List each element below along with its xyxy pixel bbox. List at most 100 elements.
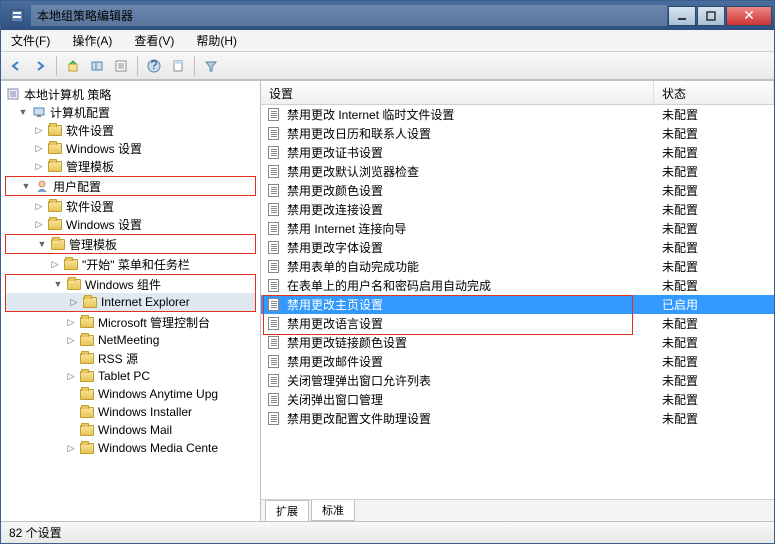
expander-icon[interactable]: ▷ <box>65 334 77 346</box>
expander-icon[interactable]: ▷ <box>33 160 45 172</box>
list-row[interactable]: 禁用更改链接颜色设置未配置 <box>261 333 774 352</box>
window-controls: ✕ <box>667 6 772 26</box>
tree-label: Windows Media Cente <box>98 441 218 455</box>
tree-item[interactable]: ▷ "开始" 菜单和任务栏 <box>3 255 258 273</box>
folder-icon <box>79 351 95 365</box>
expander-icon[interactable]: ▷ <box>65 316 77 328</box>
list-row[interactable]: 禁用更改 Internet 临时文件设置未配置 <box>261 105 774 124</box>
list-row[interactable]: 禁用更改字体设置未配置 <box>261 238 774 257</box>
filter-button[interactable] <box>200 55 222 77</box>
tree-computer-config[interactable]: ▼ 计算机配置 <box>3 103 258 121</box>
menubar: 文件(F) 操作(A) 查看(V) 帮助(H) <box>1 30 774 52</box>
list-row[interactable]: 禁用更改配置文件助理设置未配置 <box>261 409 774 428</box>
list-row[interactable]: 禁用更改默认浏览器检查未配置 <box>261 162 774 181</box>
list-row[interactable]: 禁用更改颜色设置未配置 <box>261 181 774 200</box>
expander-icon[interactable]: ▷ <box>49 258 61 270</box>
tree-item[interactable]: ▷Microsoft 管理控制台 <box>3 313 258 331</box>
tree-item[interactable]: ▷Windows 设置 <box>3 139 258 157</box>
expander-icon[interactable]: ▷ <box>33 218 45 230</box>
menu-view[interactable]: 查看(V) <box>130 30 178 51</box>
expander-icon[interactable]: ▼ <box>36 238 48 250</box>
tree-label: Windows 组件 <box>85 276 161 293</box>
list-body[interactable]: 禁用更改 Internet 临时文件设置未配置禁用更改日历和联系人设置未配置禁用… <box>261 105 774 499</box>
row-text: 在表单上的用户名和密码启用自动完成 <box>285 277 654 294</box>
tree-item[interactable]: Windows Mail <box>3 421 258 439</box>
menu-file[interactable]: 文件(F) <box>7 30 54 51</box>
list-row[interactable]: 禁用更改日历和联系人设置未配置 <box>261 124 774 143</box>
list-row[interactable]: 禁用更改主页设置已启用 <box>261 295 774 314</box>
properties-button[interactable] <box>167 55 189 77</box>
expander-icon[interactable]: ▼ <box>20 180 32 192</box>
tree-root[interactable]: 本地计算机 策略 <box>3 85 258 103</box>
tab-standard[interactable]: 标准 <box>311 500 355 521</box>
tree-item[interactable]: ▷软件设置 <box>3 121 258 139</box>
highlight-box-windows-components: ▼ Windows 组件 ▷ Internet Explorer <box>5 274 256 312</box>
list-row[interactable]: 禁用表单的自动完成功能未配置 <box>261 257 774 276</box>
maximize-button[interactable] <box>697 6 725 26</box>
list-row[interactable]: 关闭管理弹出窗口允许列表未配置 <box>261 371 774 390</box>
close-button[interactable]: ✕ <box>726 6 772 26</box>
titlebar[interactable]: 本地组策略编辑器 ✕ <box>1 1 774 30</box>
tree-label: 管理模板 <box>69 236 117 253</box>
tree-windows-components[interactable]: ▼ Windows 组件 <box>6 275 255 293</box>
menu-help[interactable]: 帮助(H) <box>192 30 241 51</box>
expander-icon[interactable]: ▼ <box>52 278 64 290</box>
minimize-button[interactable] <box>668 6 696 26</box>
row-status: 未配置 <box>654 372 774 389</box>
up-button[interactable] <box>62 55 84 77</box>
expander-icon[interactable]: ▷ <box>33 200 45 212</box>
list-row[interactable]: 禁用更改语言设置未配置 <box>261 314 774 333</box>
tree-item[interactable]: ▷NetMeeting <box>3 331 258 349</box>
tree-internet-explorer[interactable]: ▷ Internet Explorer <box>6 293 255 311</box>
setting-icon <box>265 127 281 141</box>
row-text: 禁用更改 Internet 临时文件设置 <box>285 106 654 123</box>
list-row[interactable]: 禁用更改连接设置未配置 <box>261 200 774 219</box>
column-status[interactable]: 状态 <box>654 81 774 104</box>
setting-icon <box>265 298 281 312</box>
tree-pane[interactable]: 本地计算机 策略 ▼ 计算机配置 ▷软件设置 ▷Windows 设置 ▷管理模板… <box>1 81 261 521</box>
column-setting[interactable]: 设置 <box>261 81 654 104</box>
list-row[interactable]: 关闭弹出窗口管理未配置 <box>261 390 774 409</box>
tree-item[interactable]: ▷ Windows Media Cente <box>3 439 258 457</box>
expander-icon[interactable]: ▷ <box>65 442 77 454</box>
menu-action[interactable]: 操作(A) <box>68 30 116 51</box>
setting-icon <box>265 146 281 160</box>
tree-item[interactable]: ▷Windows 设置 <box>3 215 258 233</box>
tree-item[interactable]: ▷软件设置 <box>3 197 258 215</box>
tree-item[interactable]: Windows Installer <box>3 403 258 421</box>
folder-icon <box>79 369 95 383</box>
row-status: 未配置 <box>654 391 774 408</box>
tree-label: Tablet PC <box>98 369 150 383</box>
row-status: 未配置 <box>654 125 774 142</box>
tab-extended[interactable]: 扩展 <box>265 500 309 521</box>
tree-label: Windows Mail <box>98 423 172 437</box>
tree-label: Windows Installer <box>98 405 192 419</box>
expander-icon[interactable]: ▼ <box>17 106 29 118</box>
window-title: 本地组策略编辑器 <box>31 5 667 26</box>
list-row[interactable]: 在表单上的用户名和密码启用自动完成未配置 <box>261 276 774 295</box>
list-row[interactable]: 禁用更改邮件设置未配置 <box>261 352 774 371</box>
row-text: 禁用更改证书设置 <box>285 144 654 161</box>
expander-icon[interactable]: ▷ <box>68 296 80 308</box>
expander-icon[interactable]: ▷ <box>65 370 77 382</box>
help-button[interactable]: ? <box>143 55 165 77</box>
tree-admin-templates[interactable]: ▼ 管理模板 <box>6 235 255 253</box>
tree-label: Internet Explorer <box>101 295 190 309</box>
show-hide-tree-button[interactable] <box>86 55 108 77</box>
tree-item[interactable]: ▷ Tablet PC <box>3 367 258 385</box>
tree-label: "开始" 菜单和任务栏 <box>82 256 190 273</box>
expander-icon[interactable]: ▷ <box>33 124 45 136</box>
list-row[interactable]: 禁用更改证书设置未配置 <box>261 143 774 162</box>
list-header: 设置 状态 <box>261 81 774 105</box>
folder-icon <box>47 159 63 173</box>
tree-item[interactable]: ▷管理模板 <box>3 157 258 175</box>
expander-icon[interactable]: ▷ <box>33 142 45 154</box>
tree-item[interactable]: Windows Anytime Upg <box>3 385 258 403</box>
row-text: 禁用更改默认浏览器检查 <box>285 163 654 180</box>
forward-button[interactable] <box>29 55 51 77</box>
refresh-button[interactable] <box>110 55 132 77</box>
tree-item[interactable]: RSS 源 <box>3 349 258 367</box>
tree-user-config[interactable]: ▼ 用户配置 <box>6 177 255 195</box>
back-button[interactable] <box>5 55 27 77</box>
list-row[interactable]: 禁用 Internet 连接向导未配置 <box>261 219 774 238</box>
